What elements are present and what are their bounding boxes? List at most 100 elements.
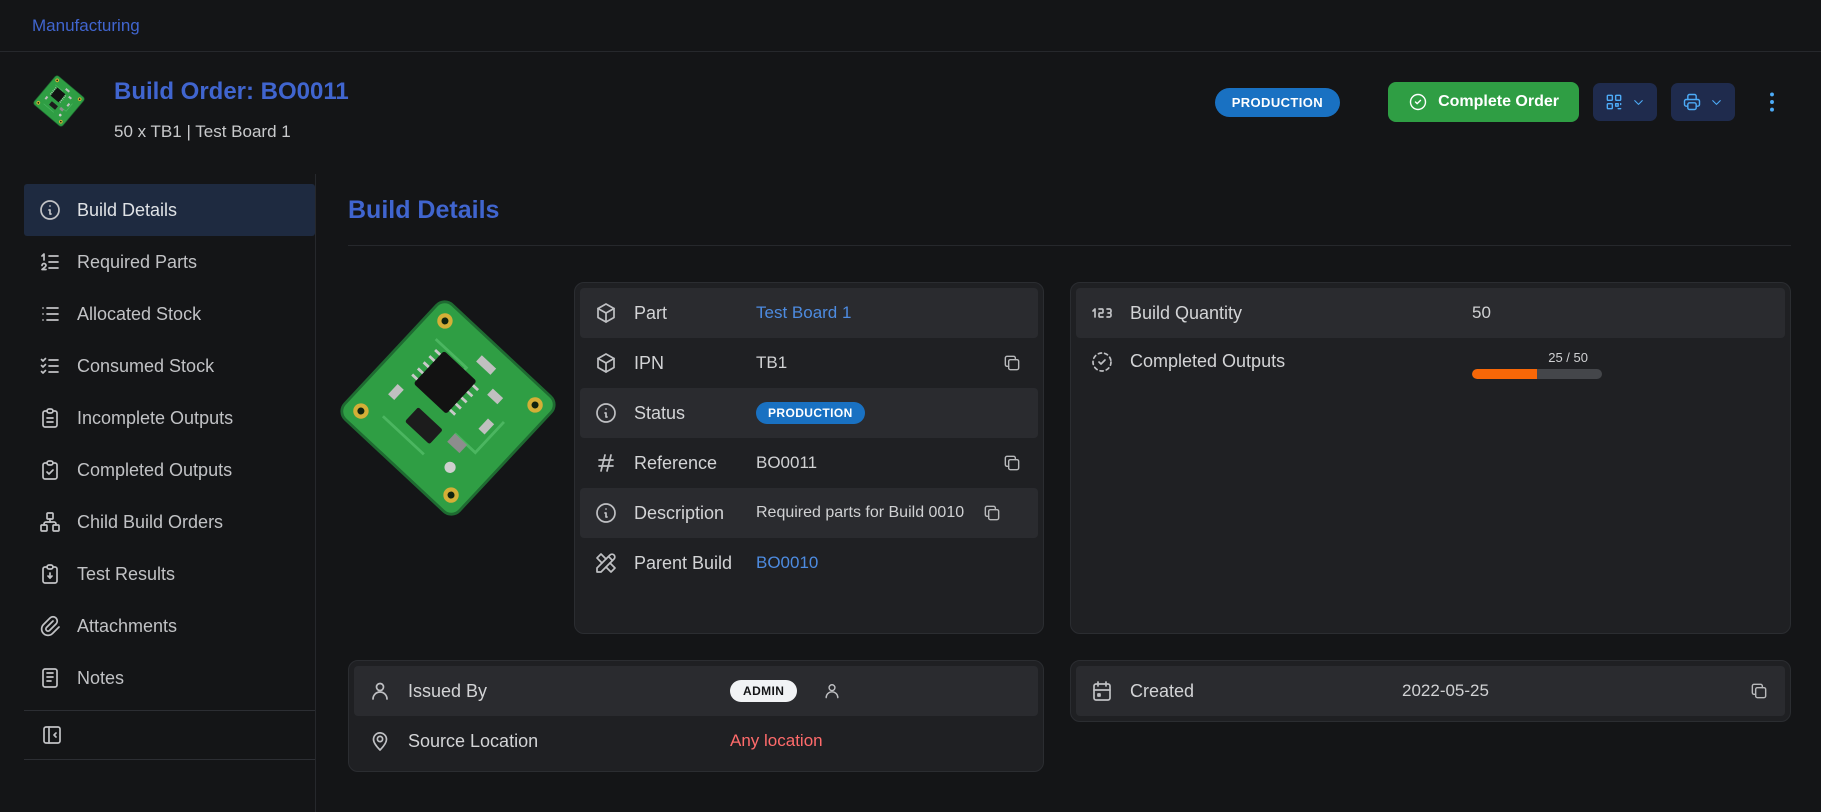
part-link[interactable]: Test Board 1	[734, 303, 1024, 323]
calendar-icon	[1090, 679, 1114, 703]
notes-icon	[38, 666, 62, 690]
circle-check-icon	[1408, 92, 1428, 112]
sidebar-item-test-results[interactable]: Test Results	[24, 548, 315, 600]
row-label: Reference	[634, 452, 734, 475]
sidebar-item-label: Attachments	[77, 616, 177, 637]
copy-icon	[1002, 353, 1022, 373]
clipboard-check-icon	[38, 458, 62, 482]
sidebar-item-label: Consumed Stock	[77, 356, 214, 377]
sidebar: Build Details Required Parts Allocated S…	[0, 174, 316, 812]
sidebar-item-build-details[interactable]: Build Details	[24, 184, 315, 236]
tools-icon	[594, 551, 618, 575]
section-title: Build Details	[348, 196, 1791, 225]
info-circle-icon	[594, 401, 618, 425]
sidebar-item-required-parts[interactable]: Required Parts	[24, 236, 315, 288]
info-circle-icon	[594, 501, 618, 525]
sidebar-item-allocated-stock[interactable]: Allocated Stock	[24, 288, 315, 340]
row-label: Status	[634, 402, 734, 425]
row-label: Issued By	[408, 680, 708, 703]
chevron-down-icon	[1631, 95, 1646, 110]
row-value: Required parts for Build 0010	[734, 501, 970, 524]
progress-check-icon	[1090, 350, 1114, 374]
detail-row-issued-by: Issued By ADMIN	[354, 666, 1038, 716]
parent-build-link[interactable]: BO0010	[734, 553, 1024, 573]
sidebar-item-attachments[interactable]: Attachments	[24, 600, 315, 652]
sidebar-item-consumed-stock[interactable]: Consumed Stock	[24, 340, 315, 392]
build-quantity-value: 50	[1450, 303, 1771, 323]
barcode-actions-button[interactable]	[1593, 83, 1657, 121]
breadcrumb: Manufacturing	[0, 0, 1821, 52]
sidebar-footer	[24, 710, 315, 760]
progress-label: 25 / 50	[1548, 350, 1602, 365]
map-pin-icon	[368, 729, 392, 753]
detail-row-completed-outputs: Completed Outputs 25 / 50	[1076, 338, 1785, 388]
sidebar-collapse-button[interactable]	[38, 721, 66, 749]
source-location-value: Any location	[708, 731, 1024, 751]
copy-reference-button[interactable]	[1000, 451, 1024, 475]
row-label: IPN	[634, 352, 734, 375]
row-label: Source Location	[408, 730, 708, 753]
list-numbers-icon	[38, 250, 62, 274]
row-value: TB1	[734, 353, 990, 373]
printer-icon	[1682, 92, 1702, 112]
status-badge: PRODUCTION	[1215, 88, 1340, 117]
page-header: Build Order: BO0011 50 x TB1 | Test Boar…	[0, 52, 1821, 174]
issued-panel: Issued By ADMIN Source Location Any loca…	[348, 660, 1044, 772]
qr-code-icon	[1604, 92, 1624, 112]
row-label: Parent Build	[634, 552, 734, 575]
copy-description-button[interactable]	[980, 501, 1004, 525]
sidebar-item-label: Completed Outputs	[77, 460, 232, 481]
detail-row-parent-build: Parent Build BO0010	[580, 538, 1038, 588]
paperclip-icon	[38, 614, 62, 638]
sitemap-icon	[38, 510, 62, 534]
sidebar-item-completed-outputs[interactable]: Completed Outputs	[24, 444, 315, 496]
complete-order-button[interactable]: Complete Order	[1388, 82, 1579, 122]
completed-outputs-progress: 25 / 50	[1472, 350, 1602, 379]
row-label: Description	[634, 502, 734, 525]
row-label: Created	[1130, 680, 1380, 703]
box-icon	[594, 351, 618, 375]
detail-row-created: Created 2022-05-25	[1076, 666, 1785, 716]
detail-row-source-location: Source Location Any location	[354, 716, 1038, 766]
sidebar-item-label: Child Build Orders	[77, 512, 223, 533]
main-panel: Build Details Part Test Board 1 IPN TB1	[316, 174, 1821, 812]
chevron-down-icon	[1709, 95, 1724, 110]
row-label: Build Quantity	[1130, 302, 1450, 325]
copy-ipn-button[interactable]	[1000, 351, 1024, 375]
sidebar-item-label: Build Details	[77, 200, 177, 221]
copy-created-button[interactable]	[1747, 679, 1771, 703]
row-value: BO0011	[734, 453, 990, 473]
sidebar-item-notes[interactable]: Notes	[24, 652, 315, 704]
info-circle-icon	[38, 198, 62, 222]
row-label: Completed Outputs	[1130, 350, 1450, 373]
breadcrumb-link-manufacturing[interactable]: Manufacturing	[32, 16, 140, 36]
sidebar-item-label: Incomplete Outputs	[77, 408, 233, 429]
hash-icon	[594, 451, 618, 475]
sidebar-item-child-build-orders[interactable]: Child Build Orders	[24, 496, 315, 548]
created-panel: Created 2022-05-25	[1070, 660, 1791, 722]
numbers-123-icon	[1090, 301, 1114, 325]
sidebar-item-label: Allocated Stock	[77, 304, 201, 325]
detail-row-ipn: IPN TB1	[580, 338, 1038, 388]
issued-by-badge: ADMIN	[730, 680, 797, 702]
part-image	[348, 282, 548, 634]
sidebar-item-incomplete-outputs[interactable]: Incomplete Outputs	[24, 392, 315, 444]
detail-row-status: Status PRODUCTION	[580, 388, 1038, 438]
detail-row-build-quantity: Build Quantity 50	[1076, 288, 1785, 338]
sidebar-item-label: Notes	[77, 668, 124, 689]
user-icon	[368, 679, 392, 703]
section-divider	[348, 245, 1791, 246]
progress-track	[1472, 369, 1602, 379]
copy-icon	[982, 503, 1002, 523]
build-thumbnail-image	[32, 74, 86, 128]
row-label: Part	[634, 302, 734, 325]
complete-order-label: Complete Order	[1438, 93, 1559, 111]
more-actions-button[interactable]	[1753, 85, 1791, 119]
dots-vertical-icon	[1759, 89, 1785, 115]
clipboard-list-icon	[38, 406, 62, 430]
page-subtitle: 50 x TB1 | Test Board 1	[114, 122, 349, 142]
page-title: Build Order: BO0011	[114, 78, 349, 106]
build-details-panel: Part Test Board 1 IPN TB1 Status PRODUCT…	[574, 282, 1044, 634]
print-actions-button[interactable]	[1671, 83, 1735, 121]
user-icon	[822, 681, 842, 701]
